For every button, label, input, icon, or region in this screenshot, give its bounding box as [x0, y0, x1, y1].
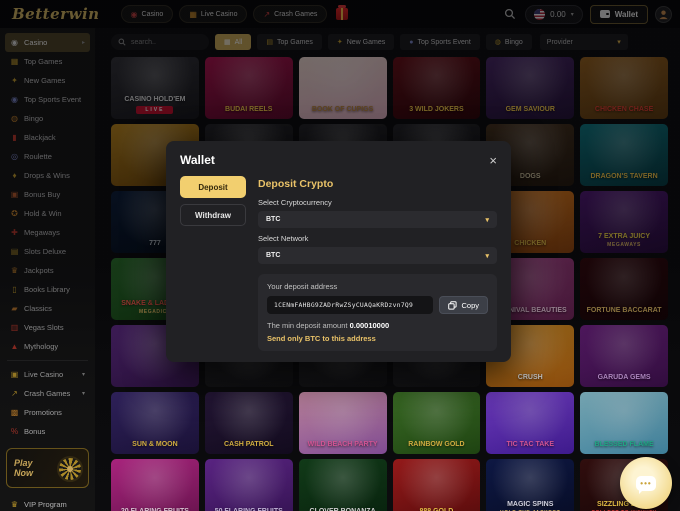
- network-select[interactable]: BTC ▾: [258, 247, 497, 264]
- modal-title: Wallet: [180, 153, 215, 167]
- deposit-address-row: 1CENmFAHBG9ZADrRwZSyCUAQaKRDzvn7Q9 Copy: [267, 296, 488, 314]
- wallet-modal: Wallet × Deposit Withdraw Deposit Crypto…: [166, 141, 511, 362]
- copy-icon: [448, 301, 457, 310]
- deposit-address-panel: Your deposit address 1CENmFAHBG9ZADrRwZS…: [258, 274, 497, 351]
- network-label: Select Network: [258, 234, 497, 243]
- close-icon[interactable]: ×: [489, 154, 497, 167]
- withdraw-tab[interactable]: Withdraw: [180, 204, 246, 226]
- deposit-heading: Deposit Crypto: [258, 178, 497, 190]
- chat-bubble-icon: •••: [636, 476, 656, 491]
- deposit-panel: Deposit Crypto Select Cryptocurrency BTC…: [258, 176, 497, 351]
- deposit-warning: Send only BTC to this address: [267, 334, 488, 343]
- min-deposit-note: The min deposit amount 0.00010000: [267, 321, 488, 330]
- wallet-tabs: Deposit Withdraw: [180, 176, 246, 351]
- min-deposit-prefix: The min deposit amount: [267, 321, 347, 330]
- min-deposit-amount: 0.00010000: [350, 321, 390, 330]
- cryptocurrency-label: Select Cryptocurrency: [258, 198, 497, 207]
- deposit-tab[interactable]: Deposit: [180, 176, 246, 198]
- copy-button[interactable]: Copy: [439, 296, 488, 314]
- chevron-down-icon: ▾: [485, 252, 489, 260]
- modal-body: Deposit Withdraw Deposit Crypto Select C…: [180, 176, 497, 351]
- deposit-address-label: Your deposit address: [267, 282, 488, 291]
- modal-header: Wallet ×: [180, 153, 497, 167]
- network-value: BTC: [266, 252, 280, 259]
- chevron-down-icon: ▾: [485, 216, 489, 224]
- copy-button-label: Copy: [461, 301, 479, 310]
- cryptocurrency-value: BTC: [266, 216, 280, 223]
- cryptocurrency-select[interactable]: BTC ▾: [258, 211, 497, 228]
- chat-widget-button[interactable]: •••: [620, 457, 672, 509]
- deposit-address[interactable]: 1CENmFAHBG9ZADrRwZSyCUAQaKRDzvn7Q9: [267, 296, 433, 314]
